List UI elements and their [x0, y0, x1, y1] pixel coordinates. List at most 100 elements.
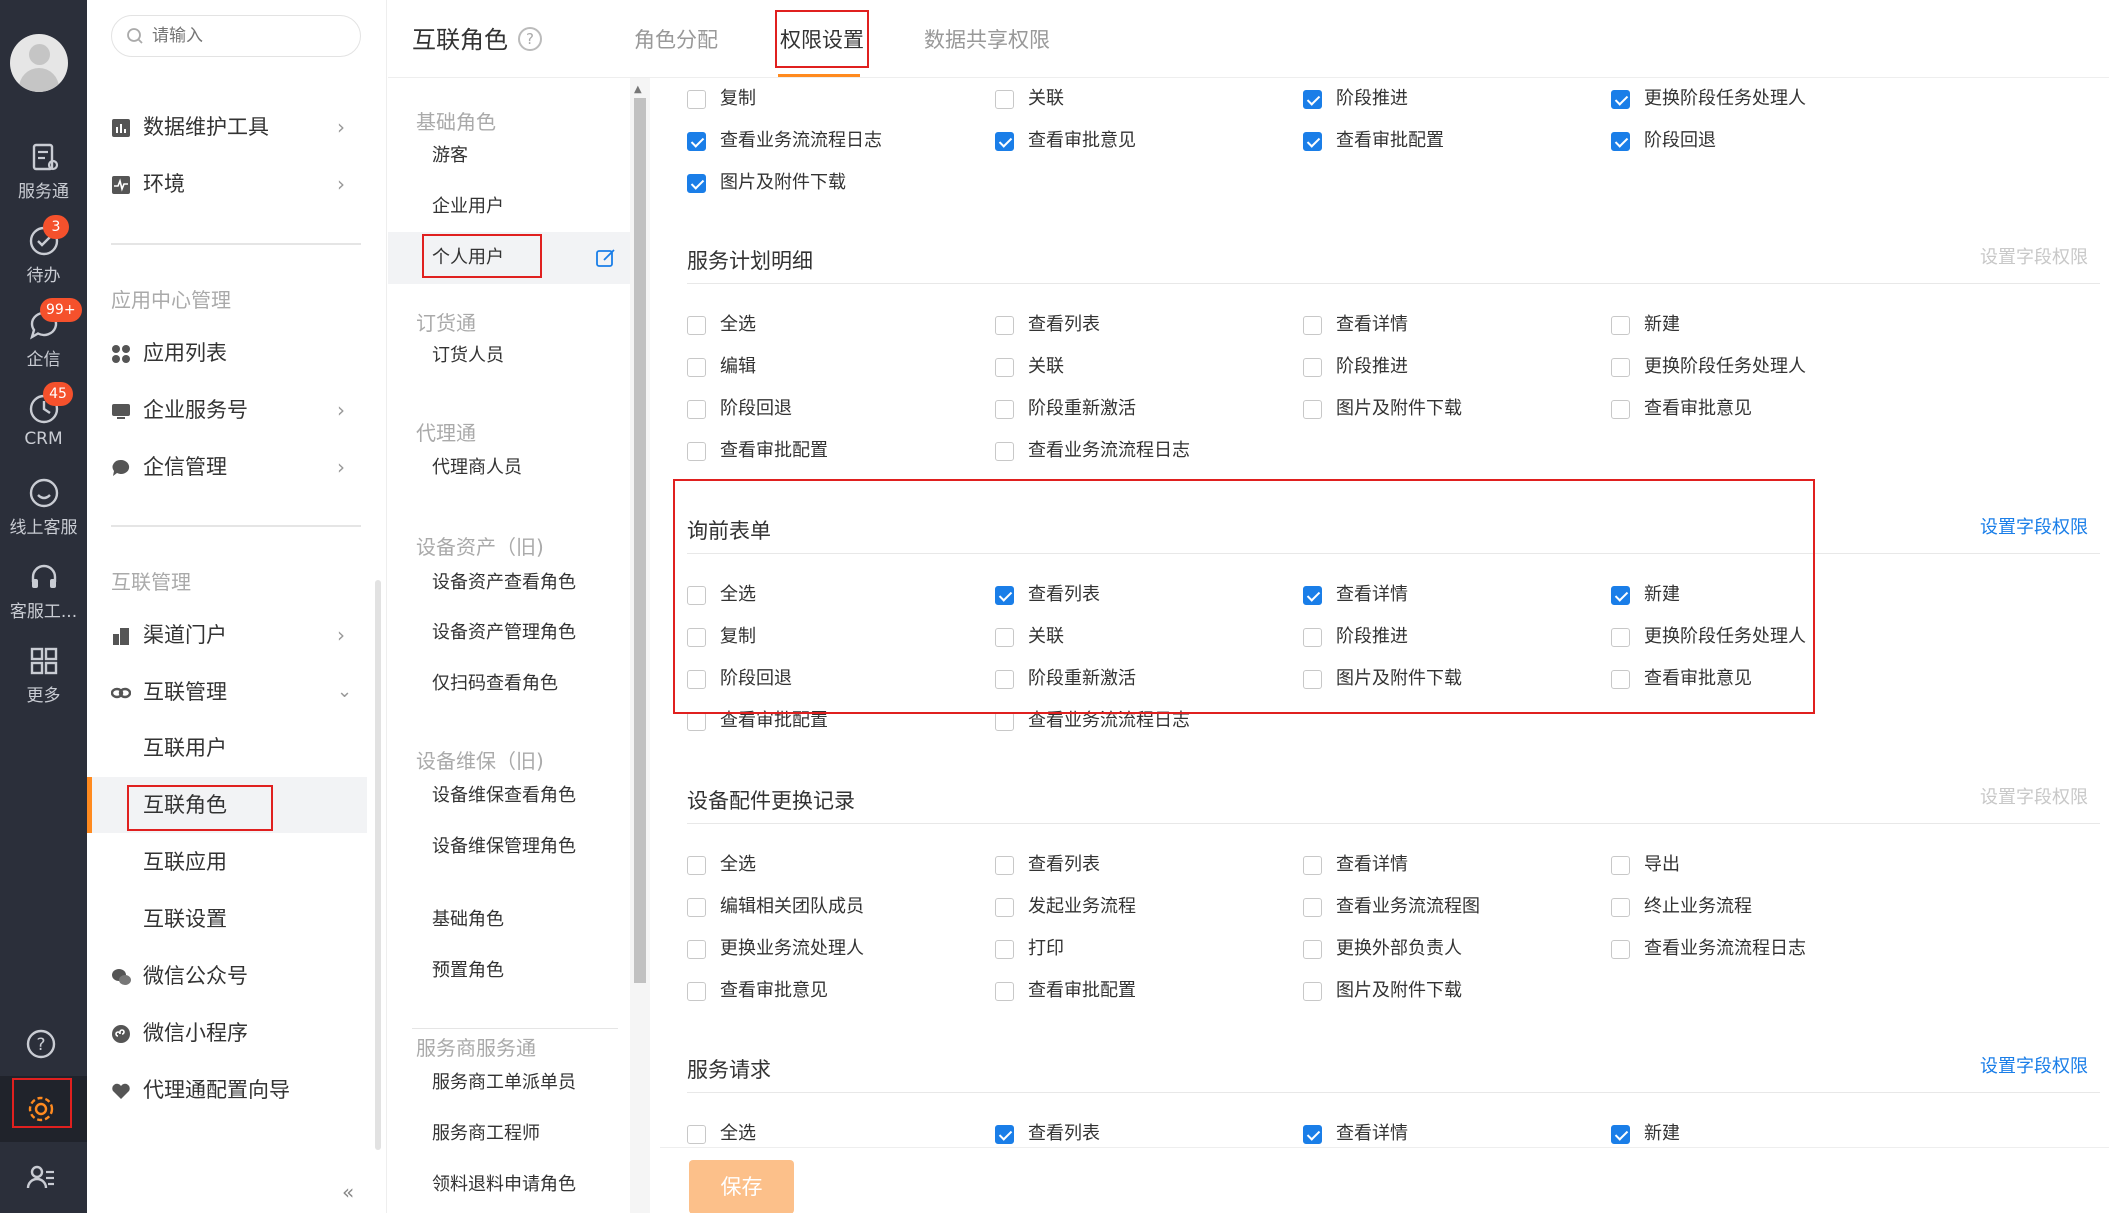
checkbox-checked-icon[interactable]: [1611, 90, 1630, 109]
roles-scrollbar-thumb[interactable]: [634, 98, 646, 983]
role-item[interactable]: 服务商工单派单员: [388, 1057, 630, 1109]
field-permission-link[interactable]: 设置字段权限: [1980, 1052, 2088, 1078]
nav-item-app-list[interactable]: 应用列表: [87, 329, 367, 377]
section-divider: [687, 283, 2100, 284]
rail-label: CRM: [24, 429, 63, 449]
rail-item-service[interactable]: 服务通: [0, 140, 87, 202]
nav-item-interconnect-admin[interactable]: 互联管理 ⌄: [87, 668, 367, 716]
role-item[interactable]: 领料退料申请角色: [388, 1159, 630, 1211]
checkbox-empty-icon[interactable]: [1611, 898, 1630, 917]
checkbox-empty-icon[interactable]: [1303, 316, 1322, 335]
help-icon[interactable]: ?: [518, 27, 542, 51]
field-permission-link[interactable]: 设置字段权限: [1980, 243, 2088, 269]
checkbox-empty-icon[interactable]: [687, 898, 706, 917]
nav-item-qixin-admin[interactable]: 企信管理 ›: [87, 443, 367, 491]
role-item[interactable]: 企业用户: [388, 181, 630, 233]
checkbox-checked-icon[interactable]: [1611, 132, 1630, 151]
nav-item-wechat-mini[interactable]: 微信小程序: [87, 1009, 367, 1057]
checkbox-empty-icon[interactable]: [1303, 898, 1322, 917]
save-button[interactable]: 保存: [689, 1160, 794, 1213]
checkbox-checked-icon[interactable]: [1303, 90, 1322, 109]
rail-item-headset[interactable]: 客服工...: [0, 560, 87, 622]
nav-item-data-tools[interactable]: 数据维护工具 ›: [87, 103, 367, 151]
checkbox-empty-icon[interactable]: [1611, 400, 1630, 419]
avatar[interactable]: [10, 34, 68, 92]
checkbox-empty-icon[interactable]: [687, 358, 706, 377]
role-item[interactable]: 订货人员: [388, 330, 630, 382]
checkbox-empty-icon[interactable]: [1303, 358, 1322, 377]
edit-icon[interactable]: [595, 247, 617, 269]
nav-search[interactable]: [111, 15, 361, 57]
role-item[interactable]: 设备维保查看角色: [388, 770, 630, 822]
nav-item-env[interactable]: 环境 ›: [87, 160, 367, 208]
checkbox-empty-icon[interactable]: [1303, 400, 1322, 419]
role-item[interactable]: 设备资产管理角色: [388, 607, 630, 659]
role-item[interactable]: 服务商工程师: [388, 1108, 630, 1160]
checkbox-empty-icon[interactable]: [995, 358, 1014, 377]
checkbox-empty-icon[interactable]: [1303, 982, 1322, 1001]
rail-item-more[interactable]: 更多: [0, 644, 87, 706]
field-permission-link[interactable]: 设置字段权限: [1980, 513, 2088, 539]
tab-data-sharing[interactable]: 数据共享权限: [924, 24, 1050, 54]
help-circle-icon[interactable]: ?: [24, 1027, 58, 1061]
checkbox-empty-icon[interactable]: [995, 442, 1014, 461]
user-list-icon[interactable]: [24, 1160, 58, 1194]
checkbox-empty-icon[interactable]: [687, 316, 706, 335]
checkbox-empty-icon[interactable]: [995, 316, 1014, 335]
checkbox-empty-icon[interactable]: [687, 90, 706, 109]
role-item[interactable]: 设备资产查看角色: [388, 557, 630, 609]
role-item[interactable]: 仅扫码查看角色: [388, 658, 630, 710]
checkbox-checked-icon[interactable]: [995, 1125, 1014, 1144]
nav-item-wechat-official[interactable]: 微信公众号: [87, 952, 367, 1000]
search-input[interactable]: [152, 24, 352, 48]
role-item[interactable]: 代理商人员: [388, 442, 630, 494]
checkbox-empty-icon[interactable]: [995, 90, 1014, 109]
nav-sub-interconnect-users[interactable]: 互联用户: [87, 720, 367, 776]
checkbox-empty-icon[interactable]: [1611, 940, 1630, 959]
scroll-up-icon[interactable]: ▲: [634, 84, 642, 95]
checkbox-empty-icon[interactable]: [687, 442, 706, 461]
nav-scrollbar[interactable]: [375, 580, 381, 1150]
checkbox-empty-icon[interactable]: [687, 856, 706, 875]
checkbox-empty-icon[interactable]: [995, 898, 1014, 917]
nav-sub-interconnect-apps[interactable]: 互联应用: [87, 834, 367, 890]
rail-item-todo[interactable]: 待办: [0, 224, 87, 286]
checkbox-empty-icon[interactable]: [995, 400, 1014, 419]
checkbox-checked-icon[interactable]: [1303, 132, 1322, 151]
nav-item-enterprise-service[interactable]: 企业服务号 ›: [87, 386, 367, 434]
nav-item-channel-portal[interactable]: 渠道门户 ›: [87, 611, 367, 659]
checkbox-empty-icon[interactable]: [687, 1125, 706, 1144]
checkbox-empty-icon[interactable]: [995, 856, 1014, 875]
checkbox-checked-icon[interactable]: [1303, 1125, 1322, 1144]
section-title: 服务请求: [687, 1058, 771, 1082]
nav-sub-interconnect-settings[interactable]: 互联设置: [87, 891, 367, 947]
checkbox-empty-icon[interactable]: [687, 400, 706, 419]
checkbox-empty-icon[interactable]: [687, 982, 706, 1001]
rail-item-online-service[interactable]: 线上客服: [0, 476, 87, 538]
field-permission-link[interactable]: 设置字段权限: [1980, 783, 2088, 809]
online-service-icon: [29, 478, 58, 508]
checkbox-checked-icon[interactable]: [995, 132, 1014, 151]
checkbox-checked-icon[interactable]: [687, 132, 706, 151]
checkbox-empty-icon[interactable]: [995, 940, 1014, 959]
checkbox-empty-icon[interactable]: [1303, 856, 1322, 875]
role-item[interactable]: 基础角色: [388, 894, 630, 946]
checkbox-empty-icon[interactable]: [687, 712, 706, 731]
role-item[interactable]: 预置角色: [388, 945, 630, 997]
checkbox-empty-icon[interactable]: [995, 712, 1014, 731]
checkbox-empty-icon[interactable]: [1611, 856, 1630, 875]
role-item[interactable]: 设备维保管理角色: [388, 821, 630, 873]
rail-item-crm[interactable]: CRM: [0, 392, 87, 449]
collapse-nav-button[interactable]: «: [342, 1180, 354, 1204]
tab-role-assignment[interactable]: 角色分配: [634, 24, 718, 54]
checkbox-empty-icon[interactable]: [1611, 316, 1630, 335]
role-item[interactable]: 游客: [388, 130, 630, 182]
checkbox-checked-icon[interactable]: [687, 174, 706, 193]
checkbox-checked-icon[interactable]: [1611, 1125, 1630, 1144]
checkbox-empty-icon[interactable]: [1303, 940, 1322, 959]
checkbox-label: 图片及附件下载: [720, 172, 846, 193]
checkbox-empty-icon[interactable]: [687, 940, 706, 959]
nav-item-agent-wizard[interactable]: 代理通配置向导: [87, 1066, 367, 1114]
checkbox-empty-icon[interactable]: [995, 982, 1014, 1001]
checkbox-empty-icon[interactable]: [1611, 358, 1630, 377]
